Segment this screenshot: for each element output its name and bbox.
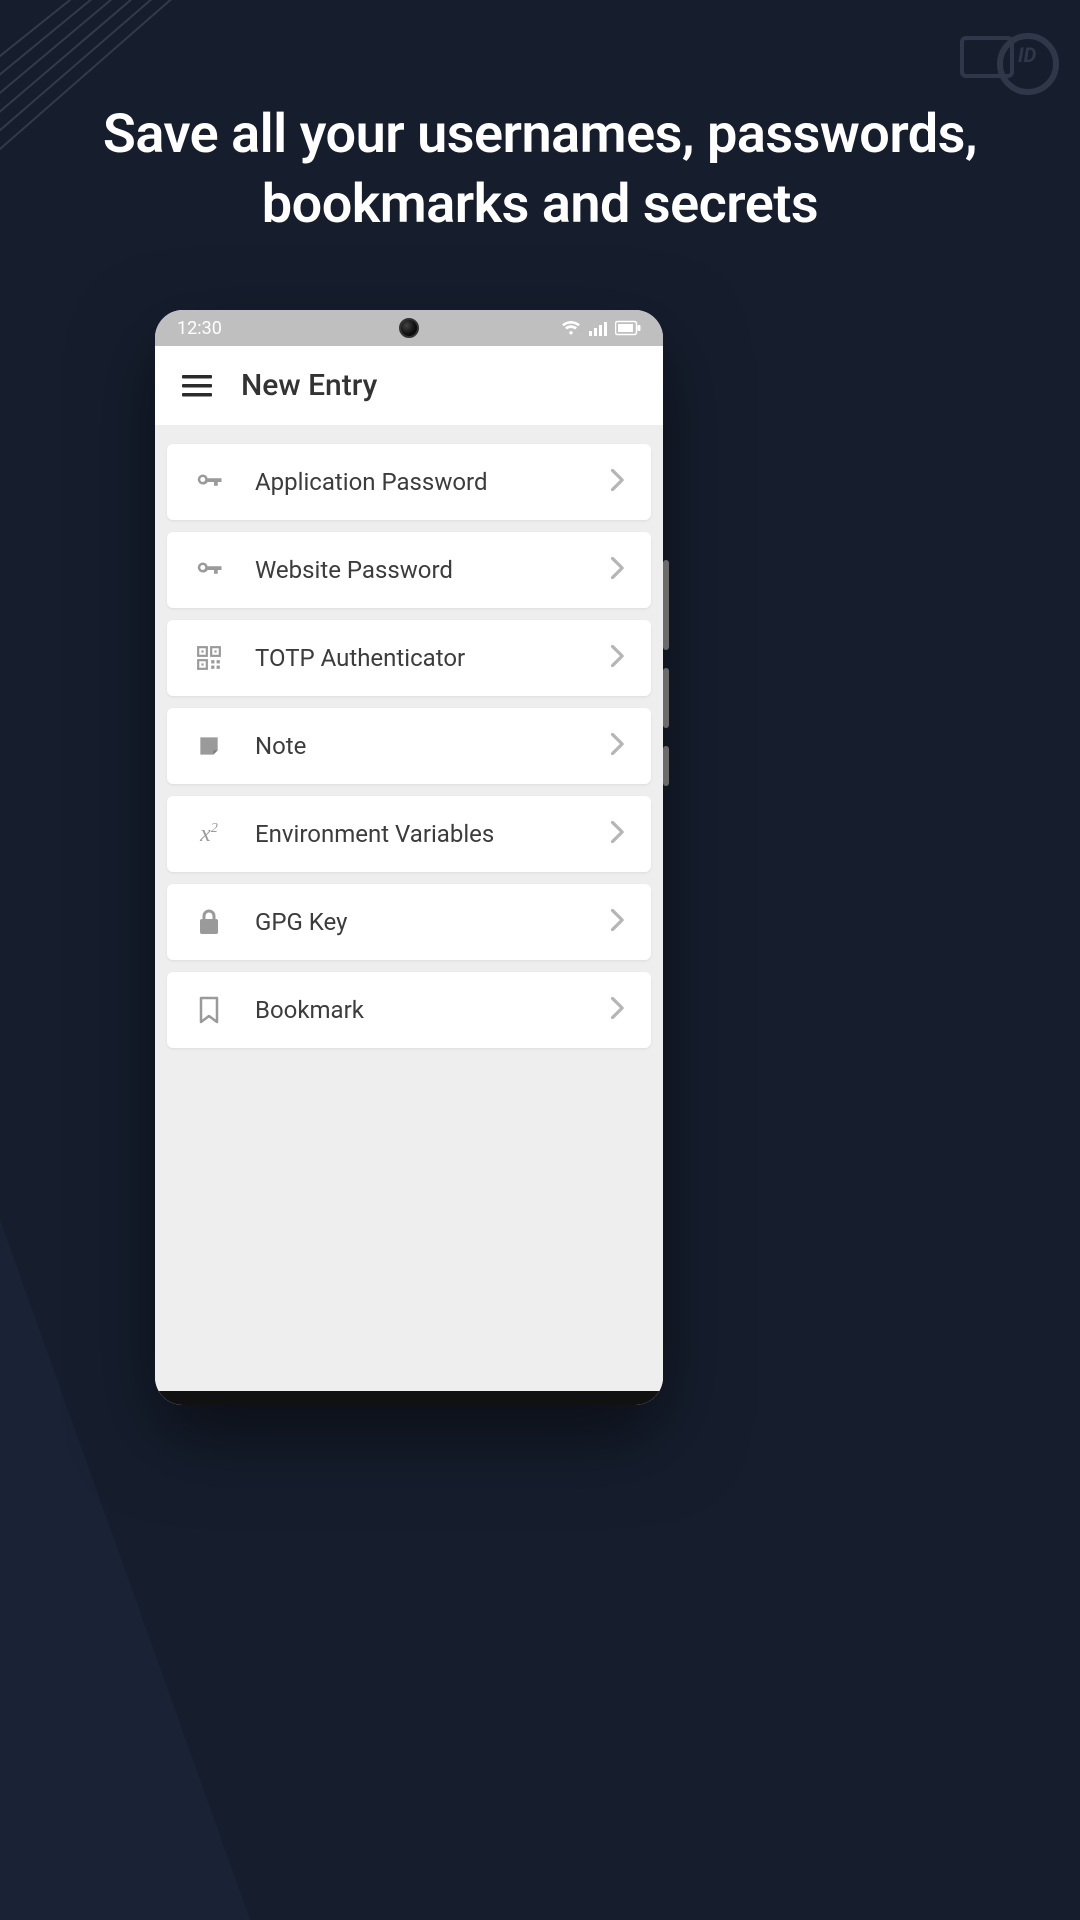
entry-type-list: Application Password Website Password — [155, 426, 663, 1391]
battery-icon — [615, 320, 641, 336]
entry-label: Bookmark — [255, 996, 611, 1024]
id-badge-icon: ID — [960, 30, 1060, 100]
chevron-right-icon — [611, 821, 631, 847]
app-header: New Entry — [155, 346, 663, 426]
page-title: New Entry — [241, 368, 377, 403]
entry-label: Website Password — [255, 556, 611, 584]
entry-label: Application Password — [255, 468, 611, 496]
key-icon — [187, 467, 231, 497]
entry-application-password[interactable]: Application Password — [167, 444, 651, 520]
entry-website-password[interactable]: Website Password — [167, 532, 651, 608]
chevron-right-icon — [611, 733, 631, 759]
menu-button[interactable] — [173, 362, 221, 410]
chevron-right-icon — [611, 557, 631, 583]
chevron-right-icon — [611, 645, 631, 671]
status-time: 12:30 — [177, 318, 222, 339]
entry-totp-authenticator[interactable]: TOTP Authenticator — [167, 620, 651, 696]
wifi-icon — [561, 320, 581, 336]
entry-label: GPG Key — [255, 908, 611, 936]
entry-label: TOTP Authenticator — [255, 644, 611, 672]
marketing-headline: Save all your usernames, passwords, book… — [0, 100, 1080, 240]
key-icon — [187, 555, 231, 585]
entry-environment-variables[interactable]: x2 Environment Variables — [167, 796, 651, 872]
front-camera — [399, 318, 419, 338]
phone-frame: 12:30 New — [155, 310, 663, 1405]
entry-bookmark[interactable]: Bookmark — [167, 972, 651, 1048]
entry-note[interactable]: Note — [167, 708, 651, 784]
android-nav-bar — [155, 1391, 663, 1405]
bookmark-icon — [187, 996, 231, 1024]
svg-text:ID: ID — [1018, 43, 1037, 67]
chevron-right-icon — [611, 909, 631, 935]
entry-label: Note — [255, 732, 611, 760]
phone-side-button — [663, 560, 669, 650]
chevron-right-icon — [611, 469, 631, 495]
hamburger-icon — [182, 375, 212, 397]
entry-label: Environment Variables — [255, 820, 611, 848]
x-squared-icon: x2 — [187, 822, 231, 846]
chevron-right-icon — [611, 997, 631, 1023]
status-bar: 12:30 — [155, 310, 663, 346]
lock-icon — [187, 908, 231, 936]
qr-icon — [187, 645, 231, 671]
phone-side-button — [663, 668, 669, 728]
entry-gpg-key[interactable]: GPG Key — [167, 884, 651, 960]
phone-side-button — [663, 746, 669, 786]
note-icon — [187, 733, 231, 759]
signal-icon — [589, 320, 607, 336]
